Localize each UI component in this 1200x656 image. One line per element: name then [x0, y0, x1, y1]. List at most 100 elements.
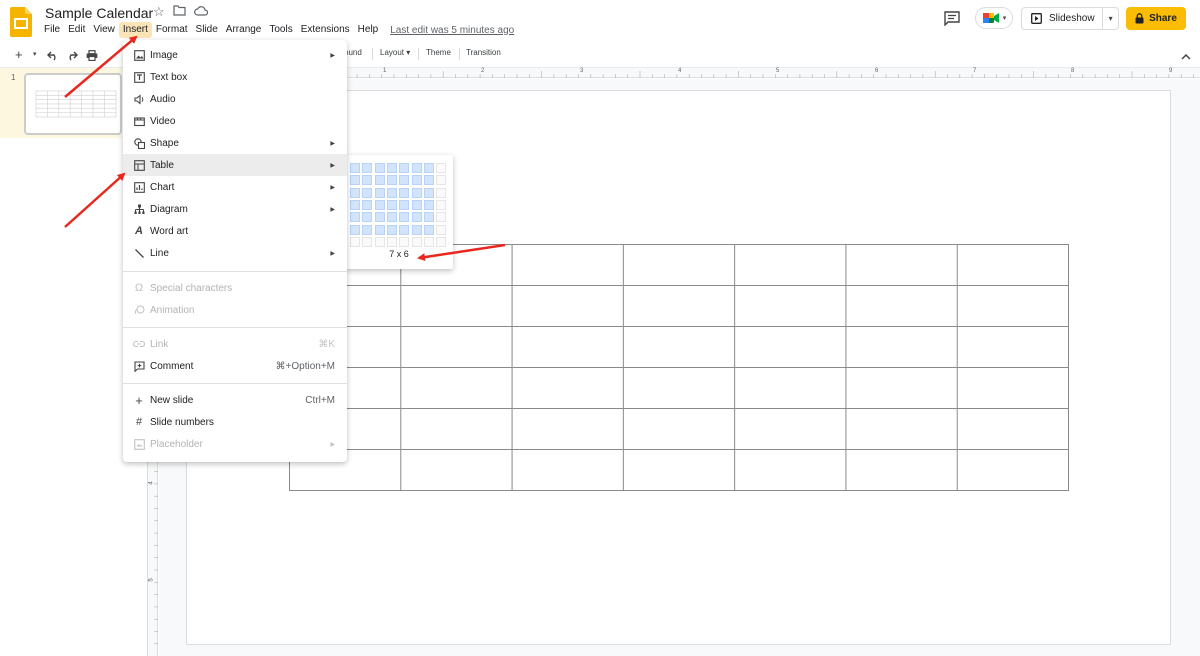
menu-item-diagram[interactable]: Diagram ▶: [123, 198, 347, 220]
grid-cell-selected[interactable]: [386, 175, 397, 186]
grid-cell[interactable]: [436, 236, 447, 247]
grid-cell-selected[interactable]: [423, 224, 434, 235]
grid-cell-selected[interactable]: [411, 187, 422, 198]
grid-cell-selected[interactable]: [386, 199, 397, 210]
menu-item-new-slide[interactable]: + New slide Ctrl+M: [123, 389, 347, 411]
collapse-toolbar-icon[interactable]: [1181, 47, 1191, 65]
grid-cell-selected[interactable]: [399, 163, 410, 173]
grid-cell-selected[interactable]: [399, 212, 410, 223]
grid-cell-selected[interactable]: [386, 224, 397, 235]
grid-cell-selected[interactable]: [362, 187, 373, 198]
meet-button[interactable]: ▾: [975, 7, 1013, 29]
menu-item-table[interactable]: Table ▶: [123, 154, 347, 176]
grid-cell[interactable]: [436, 212, 447, 223]
grid-cell[interactable]: [436, 199, 447, 210]
grid-cell[interactable]: [374, 236, 385, 247]
grid-cell-selected[interactable]: [362, 224, 373, 235]
slideshow-button[interactable]: Slideshow ▾: [1021, 7, 1119, 30]
grid-cell-selected[interactable]: [362, 163, 373, 173]
undo-icon[interactable]: [47, 48, 59, 66]
last-edit-link[interactable]: Last edit was 5 minutes ago: [390, 25, 514, 36]
grid-cell-selected[interactable]: [386, 212, 397, 223]
grid-cell-selected[interactable]: [350, 199, 360, 210]
menu-tools[interactable]: Tools: [265, 22, 296, 38]
grid-cell-selected[interactable]: [411, 175, 422, 186]
grid-cell-selected[interactable]: [350, 212, 360, 223]
menu-item-word-art[interactable]: A Word art: [123, 220, 347, 242]
grid-cell-selected[interactable]: [386, 187, 397, 198]
grid-cell-selected[interactable]: [374, 163, 385, 173]
menu-format[interactable]: Format: [152, 22, 192, 38]
grid-cell[interactable]: [411, 236, 422, 247]
grid-cell-selected[interactable]: [374, 224, 385, 235]
share-button[interactable]: Share: [1126, 7, 1186, 30]
grid-cell[interactable]: [399, 236, 410, 247]
slide-thumbnail[interactable]: [24, 73, 122, 135]
grid-cell-selected[interactable]: [423, 187, 434, 198]
move-folder-icon[interactable]: [173, 3, 186, 21]
grid-cell-selected[interactable]: [362, 199, 373, 210]
grid-cell-selected[interactable]: [423, 199, 434, 210]
grid-cell-selected[interactable]: [386, 163, 397, 173]
grid-cell-selected[interactable]: [423, 163, 434, 173]
grid-cell-selected[interactable]: [374, 199, 385, 210]
grid-cell[interactable]: [362, 236, 373, 247]
grid-cell-selected[interactable]: [399, 187, 410, 198]
menu-slide[interactable]: Slide: [192, 22, 222, 38]
layout-button[interactable]: Layout ▾: [380, 48, 410, 57]
slide-table[interactable]: [289, 244, 1069, 491]
menu-item-comment[interactable]: Comment ⌘+Option+M: [123, 355, 347, 377]
grid-cell[interactable]: [423, 236, 434, 247]
grid-cell-selected[interactable]: [399, 199, 410, 210]
grid-cell-selected[interactable]: [399, 175, 410, 186]
grid-cell-selected[interactable]: [350, 224, 360, 235]
menu-file[interactable]: File: [40, 22, 64, 38]
menu-item-shape[interactable]: Shape ▶: [123, 132, 347, 154]
theme-button[interactable]: Theme: [426, 48, 451, 57]
grid-cell-selected[interactable]: [374, 212, 385, 223]
menu-help[interactable]: Help: [354, 22, 383, 38]
grid-cell-selected[interactable]: [423, 175, 434, 186]
transition-button[interactable]: Transition: [466, 48, 501, 57]
menu-view[interactable]: View: [89, 22, 119, 38]
print-icon[interactable]: [86, 48, 98, 66]
grid-cell[interactable]: [436, 163, 447, 173]
grid-cell-selected[interactable]: [362, 212, 373, 223]
grid-cell-selected[interactable]: [411, 199, 422, 210]
slides-logo-icon[interactable]: [10, 7, 32, 37]
slideshow-dropdown-icon[interactable]: ▾: [1103, 14, 1118, 23]
grid-cell[interactable]: [350, 236, 360, 247]
grid-cell-selected[interactable]: [423, 212, 434, 223]
grid-cell-selected[interactable]: [374, 175, 385, 186]
menu-arrange[interactable]: Arrange: [222, 22, 266, 38]
new-slide-icon[interactable]: +: [15, 47, 23, 62]
grid-cell-selected[interactable]: [350, 163, 360, 173]
cloud-status-icon[interactable]: [193, 3, 208, 21]
menu-extensions[interactable]: Extensions: [297, 22, 354, 38]
comment-history-icon[interactable]: [943, 10, 961, 27]
menu-item-text-box[interactable]: Text box: [123, 66, 347, 88]
grid-cell[interactable]: [386, 236, 397, 247]
menu-item-image[interactable]: Image ▶: [123, 44, 347, 66]
menu-item-video[interactable]: Video: [123, 110, 347, 132]
grid-cell-selected[interactable]: [399, 224, 410, 235]
grid-cell-selected[interactable]: [362, 175, 373, 186]
grid-cell[interactable]: [436, 175, 447, 186]
grid-cell-selected[interactable]: [350, 187, 360, 198]
menu-edit[interactable]: Edit: [64, 22, 89, 38]
grid-cell-selected[interactable]: [411, 212, 422, 223]
grid-cell[interactable]: [436, 224, 447, 235]
grid-cell-selected[interactable]: [374, 187, 385, 198]
star-icon[interactable]: ☆: [153, 4, 165, 20]
menu-item-slide-numbers[interactable]: # Slide numbers: [123, 411, 347, 433]
document-title[interactable]: Sample Calendar: [45, 3, 153, 23]
grid-cell[interactable]: [436, 187, 447, 198]
menu-insert[interactable]: Insert: [118, 22, 152, 38]
new-slide-dropdown-icon[interactable]: ▾: [33, 50, 37, 58]
grid-cell-selected[interactable]: [411, 163, 422, 173]
grid-cell-selected[interactable]: [350, 175, 360, 186]
redo-icon[interactable]: [66, 48, 78, 66]
grid-cell-selected[interactable]: [411, 224, 422, 235]
menu-item-chart[interactable]: Chart ▶: [123, 176, 347, 198]
menu-item-line[interactable]: Line ▶: [123, 242, 347, 264]
